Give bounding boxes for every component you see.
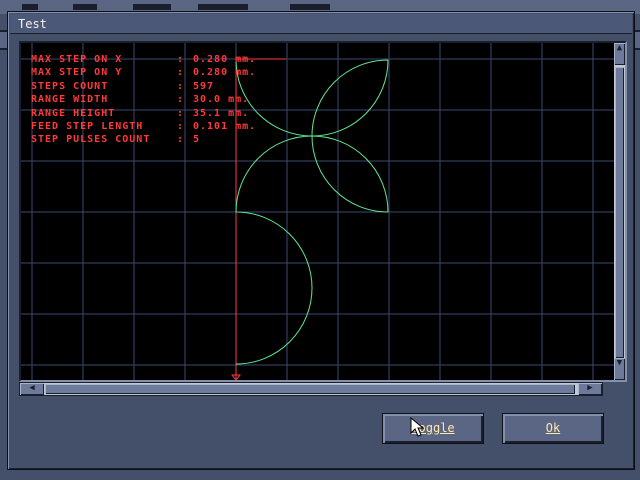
parameter-label: RANGE WIDTH [31,94,109,106]
parameter-value: 597 [193,80,215,92]
parameter-label: STEP PULSES COUNT [31,134,151,146]
parameter-label: RANGE HEIGHT [31,107,116,119]
parameter-separator: : [177,67,185,79]
parameter-value: 30.0 mm. [193,94,250,106]
parameter-label: FEED STEP LENGTH [31,121,144,133]
parameter-separator: : [177,54,185,65]
parameter-row: MAX STEP ON X:0.280 mm. [31,53,256,66]
parameter-value: 0.280 mm. [193,54,257,65]
parameter-row: STEP PULSES COUNT:5 [31,133,256,146]
parameter-row: MAX STEP ON Y:0.280 mm. [31,66,256,79]
parameter-row: RANGE WIDTH:30.0 mm. [31,93,256,106]
parameter-row: STEPS COUNT:597 [31,80,256,93]
parameter-separator: : [177,107,185,119]
horizontal-scrollbar[interactable]: ◀ ▶ [19,382,603,396]
parameter-value: 35.1 mm. [193,107,250,119]
parameter-separator: : [177,94,185,106]
parameter-separator: : [177,80,185,92]
scroll-up-arrow-icon[interactable]: ▲ [614,43,625,65]
parameter-separator: : [177,121,185,133]
window-title: Test [18,17,47,31]
parameters-panel: MAX STEP ON X:0.280 mm. MAX STEP ON Y:0.2… [31,53,256,147]
ok-button[interactable]: Ok [502,413,604,444]
test-dialog: Test MAX STEP ON X:0.280 mm. MAX STEP ON … [7,11,635,470]
scroll-left-arrow-icon[interactable]: ◀ [20,383,44,395]
mouse-pointer-icon [410,417,424,437]
parameter-label: MAX STEP ON X [31,54,123,65]
title-bar[interactable]: Test [10,14,632,34]
parameter-row: RANGE HEIGHT:35.1 mm. [31,107,256,120]
preview-canvas[interactable]: MAX STEP ON X:0.280 mm. MAX STEP ON Y:0.2… [19,41,627,382]
parameter-label: MAX STEP ON Y [31,67,123,79]
vertical-scroll-thumb[interactable] [615,67,624,358]
parameter-value: 5 [193,134,201,146]
scroll-down-arrow-icon[interactable]: ▼ [614,358,625,380]
vertical-scrollbar[interactable]: ▲ ▼ [614,43,625,380]
horizontal-scroll-thumb[interactable] [45,384,575,394]
parameter-separator: : [177,134,185,146]
parameter-label: STEPS COUNT [31,80,109,92]
parameter-value: 0.101 mm. [193,121,257,133]
scroll-right-arrow-icon[interactable]: ▶ [578,383,602,395]
parameter-value: 0.280 mm. [193,67,257,79]
parameter-row: FEED STEP LENGTH:0.101 mm. [31,120,256,133]
toggle-button[interactable]: Toggle [382,413,484,444]
